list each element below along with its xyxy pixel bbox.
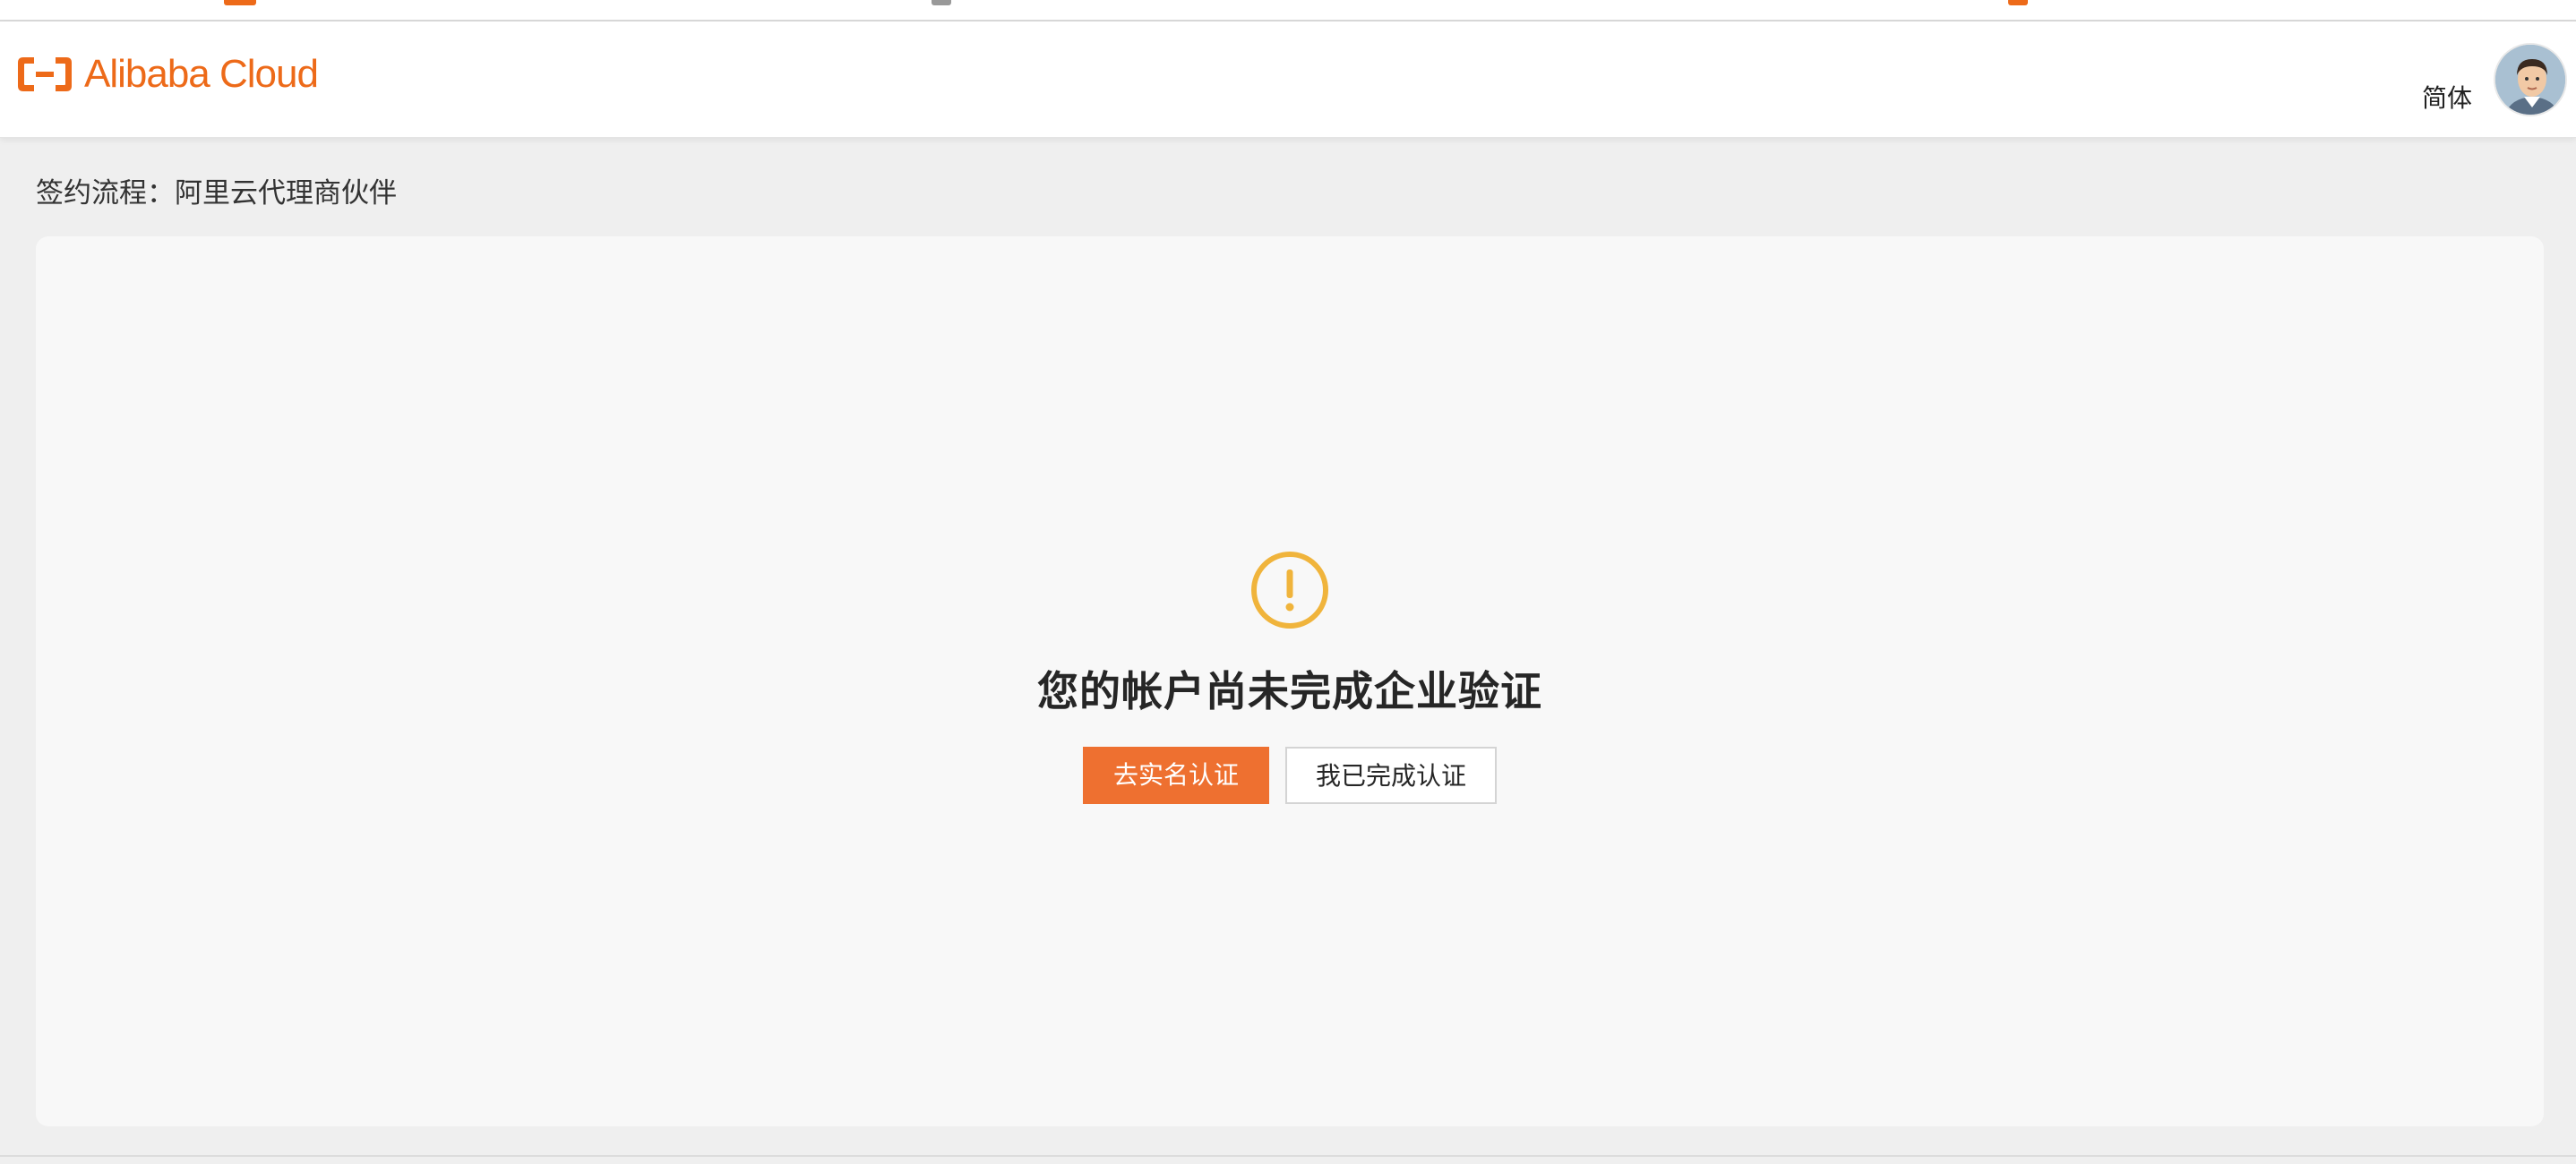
tab-fragment [224, 0, 256, 5]
page-bottom-divider [0, 1155, 2576, 1157]
browser-top-strip [0, 0, 2576, 21]
avatar-image [2495, 45, 2565, 115]
logo-text: Alibaba Cloud [84, 52, 319, 96]
language-switch[interactable]: 简体 [2422, 79, 2472, 115]
verification-completed-button[interactable]: 我已完成认证 [1285, 747, 1497, 804]
notice-message: 您的帐户尚未完成企业验证 [1037, 667, 1542, 715]
user-avatar[interactable] [2494, 43, 2567, 116]
top-header: Alibaba Cloud 简体 [0, 21, 2576, 138]
tab-fragment [932, 0, 951, 5]
notice-actions: 去实名认证 我已完成认证 [1083, 747, 1497, 804]
verification-notice: 您的帐户尚未完成企业验证 去实名认证 我已完成认证 [36, 550, 2544, 804]
alibaba-cloud-logo[interactable]: Alibaba Cloud [14, 52, 319, 96]
page-title: 签约流程：阿里云代理商伙伴 [36, 177, 397, 210]
warning-circle-icon [1251, 552, 1328, 629]
go-verify-button[interactable]: 去实名认证 [1083, 747, 1269, 804]
content-panel: 您的帐户尚未完成企业验证 去实名认证 我已完成认证 [36, 236, 2544, 1126]
alibaba-cloud-logo-icon [18, 57, 72, 91]
tab-fragment [2008, 0, 2028, 5]
